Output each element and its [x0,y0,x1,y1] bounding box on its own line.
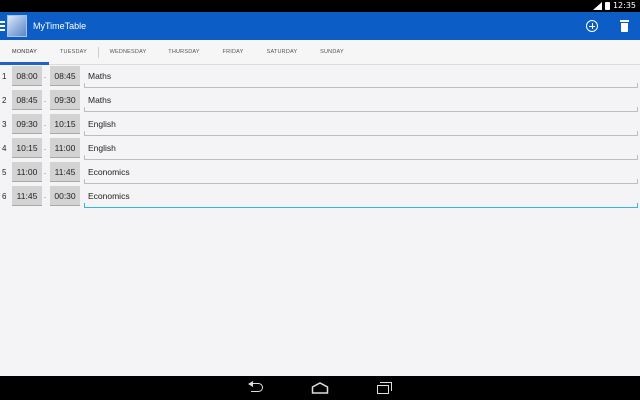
trash-icon[interactable] [620,20,629,32]
tab-thursday[interactable]: THURSDAY [160,40,208,65]
hamburger-icon[interactable] [0,21,5,31]
lesson-number: 4 [2,144,7,153]
action-bar: MyTimeTable [0,12,640,40]
lesson-row: 3 09:30 - 10:15 English [0,114,640,136]
end-time-button[interactable]: 00:30 [50,186,80,206]
subject-input[interactable]: Maths [84,66,638,88]
signal-icon [592,2,602,10]
tab-saturday[interactable]: SATURDAY [258,40,306,65]
lesson-row: 2 08:45 - 09:30 Maths [0,90,640,112]
app-title: MyTimeTable [33,21,87,31]
lesson-number: 6 [2,192,7,201]
subject-input[interactable]: English [84,138,638,160]
lesson-row: 6 11:45 - 00:30 Economics [0,186,640,208]
time-separator: - [44,98,47,105]
end-time-button[interactable]: 11:00 [50,138,80,158]
lesson-row: 4 10:15 - 11:00 English [0,138,640,160]
lesson-number: 3 [2,120,7,129]
subject-input[interactable]: Maths [84,90,638,112]
start-time-button[interactable]: 08:00 [12,66,42,86]
status-time: 12:35 [612,1,636,10]
time-separator: - [44,146,47,153]
subject-input[interactable]: Economics [84,162,638,184]
tab-tuesday[interactable]: TUESDAY [49,40,98,65]
time-separator: - [44,194,47,201]
time-separator: - [44,122,47,129]
recents-icon[interactable] [377,382,393,394]
lesson-number: 1 [2,72,7,81]
end-time-button[interactable]: 10:15 [50,114,80,134]
add-circle-icon[interactable] [586,20,598,32]
tab-sunday[interactable]: SUNDAY [310,40,354,65]
tab-wednesday[interactable]: WEDNESDAY [100,40,156,65]
tab-divider [98,47,99,58]
start-time-button[interactable]: 09:30 [12,114,42,134]
back-icon[interactable] [248,381,264,393]
start-time-button[interactable]: 10:15 [12,138,42,158]
start-time-button[interactable]: 11:45 [12,186,42,206]
subject-input[interactable]: Economics [84,186,638,208]
subject-input[interactable]: English [84,114,638,136]
status-bar: 12:35 [0,0,640,12]
active-tab-indicator [0,62,49,65]
app-icon[interactable] [7,15,27,37]
tab-friday[interactable]: FRIDAY [212,40,254,65]
home-icon[interactable] [311,382,329,394]
lesson-number: 2 [2,96,7,105]
time-separator: - [44,74,47,81]
status-icons: 12:35 [592,0,636,12]
end-time-button[interactable]: 09:30 [50,90,80,110]
day-tabs: MONDAY TUESDAY WEDNESDAY THURSDAY FRIDAY… [0,40,640,65]
time-separator: - [44,170,47,177]
start-time-button[interactable]: 08:45 [12,90,42,110]
lesson-number: 5 [2,168,7,177]
end-time-button[interactable]: 08:45 [50,66,80,86]
navigation-bar [0,376,640,400]
end-time-button[interactable]: 11:45 [50,162,80,182]
lesson-row: 1 08:00 - 08:45 Maths [0,66,640,88]
battery-icon [604,2,610,10]
lesson-row: 5 11:00 - 11:45 Economics [0,162,640,184]
start-time-button[interactable]: 11:00 [12,162,42,182]
